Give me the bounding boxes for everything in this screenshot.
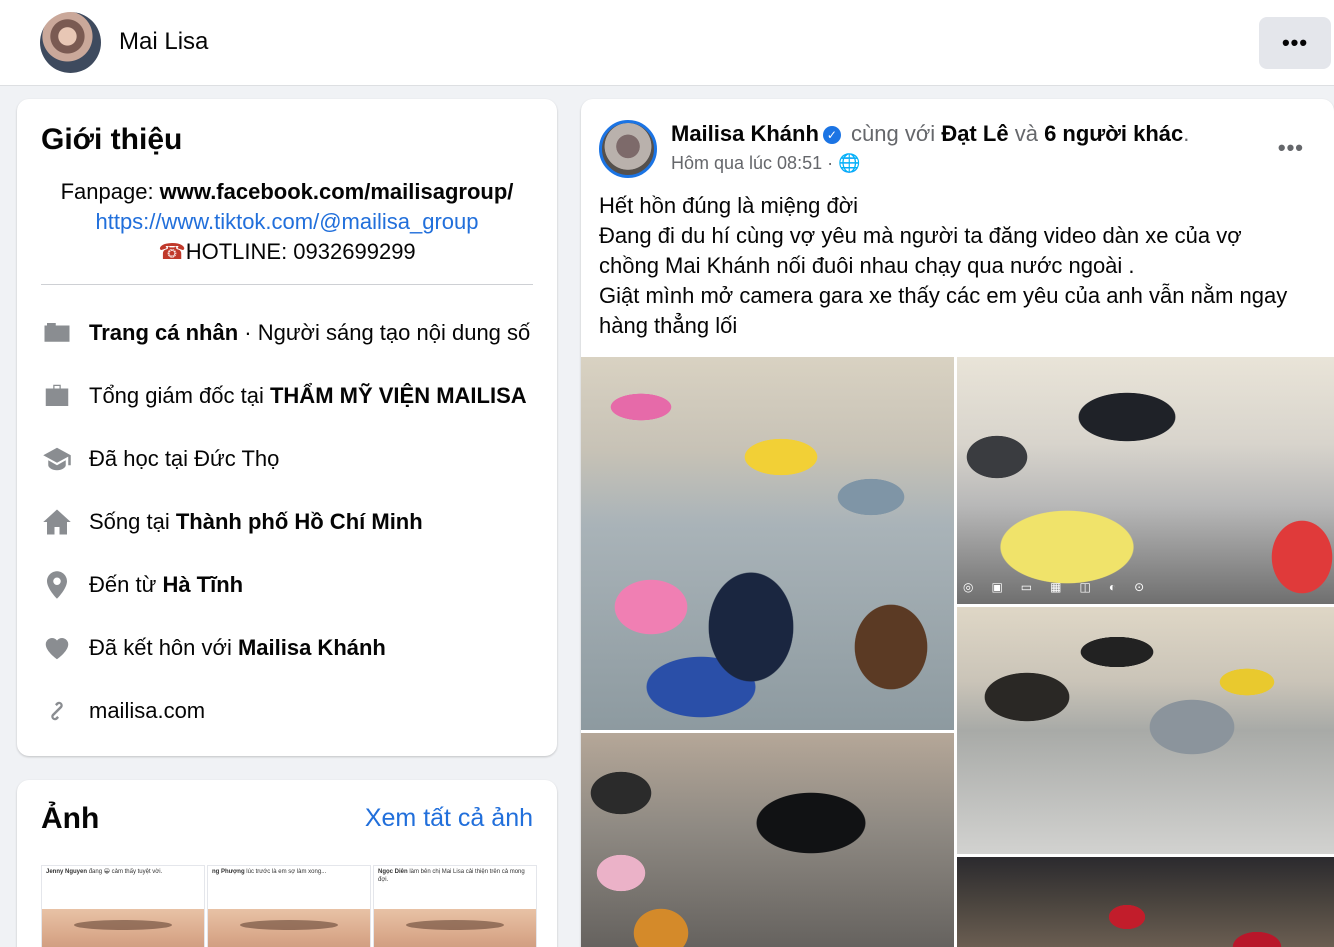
garage-photo-5[interactable] [957,857,1334,947]
post-meta: Hôm qua lúc 08:51 · 🌐 [671,153,861,174]
garage-photo-1[interactable] [581,357,954,730]
garage-photo-4[interactable] [581,733,954,947]
thumb-caption: lúc trước là em sợ làm xong... [246,869,327,875]
photos-card: Ảnh Xem tất cả ảnh Jenny Nguyen đang 😀 c… [17,780,557,947]
photo-thumbnail[interactable]: Jenny Nguyen đang 😀 cảm thấy tuyệt vời. [41,865,205,947]
workplace-link[interactable]: THẨM MỸ VIỆN MAILISA [270,383,527,408]
post-more-button[interactable]: ••• [1278,135,1304,161]
intro-row-work: Tổng giám đốc tại THẨM MỸ VIỆN MAILISA [41,376,541,416]
city-link[interactable]: Thành phố Hồ Chí Minh [176,509,423,534]
hometown-link[interactable]: Hà Tĩnh [162,572,243,597]
post-header: Mailisa Khánh ✓ cùng với Đạt Lê và 6 ngườ… [671,121,1190,146]
garage-photo-2[interactable]: ◎▣▭▦◫◐⊙ [957,357,1334,604]
face-photo [208,909,370,947]
phone-icon: ☎ [158,239,186,264]
work-prefix: Tổng giám đốc tại [89,383,270,408]
home-icon [41,506,73,538]
post-author-avatar[interactable] [599,120,657,178]
profile-type: Trang cá nhân [89,320,239,345]
profile-category: · Người sáng tạo nội dung số [238,320,531,345]
thumb-author: Ngọc Diên [378,869,408,875]
verified-badge-icon: ✓ [822,126,841,144]
website-link[interactable]: mailisa.com [89,698,205,724]
tagged-others-link[interactable]: 6 người khác [1044,121,1183,146]
photos-title: Ảnh [41,802,100,835]
intro-row-education: Đã học tại Đức Thọ [41,439,541,479]
profile-icon [41,317,73,349]
post-text-line: Giật mình mở camera gara xe thấy các em … [599,283,1288,308]
with-text: cùng với [851,121,936,146]
intro-row-from: Đến từ Hà Tĩnh [41,565,541,605]
garage-photo-3[interactable] [957,607,1334,854]
photo-thumbnail[interactable]: Ngọc Diên làm bên chị Mai Lisa cải thiện… [373,865,537,947]
post-author-link[interactable]: Mailisa Khánh [671,121,819,146]
location-pin-icon [41,569,73,601]
intro-title: Giới thiệu [41,123,183,156]
intro-bio: Fanpage: www.facebook.com/mailisagroup/ … [17,177,557,267]
fanpage-url: www.facebook.com/mailisagroup/ [159,179,514,204]
divider [41,284,533,285]
spouse-link[interactable]: Mailisa Khánh [238,635,386,660]
education-text: Đã học tại Đức Thọ [89,446,280,471]
intro-row-website: mailisa.com [41,691,541,731]
face-photo [42,909,204,947]
hotline-text: HOTLINE: 0932699299 [185,239,416,264]
tagged-person-link[interactable]: Đạt Lê [941,121,1008,146]
briefcase-icon [41,380,73,412]
profile-header: Mai Lisa ••• [0,0,1334,86]
intro-row-lives: Sống tại Thành phố Hồ Chí Minh [41,502,541,542]
avatar[interactable] [40,12,101,73]
post-text-line: Đang đi du hí cùng vợ yêu mà người ta đă… [599,223,1242,248]
lives-prefix: Sống tại [89,509,176,534]
thumb-caption: đang 😀 cảm thấy tuyệt vời. [88,869,163,875]
graduation-cap-icon [41,443,73,475]
and-text: và [1014,121,1038,146]
intro-row-profile: Trang cá nhân · Người sáng tạo nội dung … [41,313,541,353]
intro-row-relationship: Đã kết hôn với Mailisa Khánh [41,628,541,668]
thumb-author: ng Phượng [212,869,245,875]
from-prefix: Đến từ [89,572,163,597]
more-options-button[interactable]: ••• [1259,17,1331,69]
heart-icon [41,632,73,664]
post-text-line: chồng Mai Khánh nối đuôi nhau chạy qua n… [599,253,1135,278]
post-text-line: Hết hồn đúng là miệng đời [599,193,859,218]
link-icon [41,695,73,727]
tiktok-link[interactable]: https://www.tiktok.com/@mailisa_group [95,209,478,234]
relationship-prefix: Đã kết hôn với [89,635,238,660]
globe-icon: 🌐 [838,153,861,173]
post-timestamp[interactable]: Hôm qua lúc 08:51 · [671,153,833,173]
profile-name[interactable]: Mai Lisa [119,28,208,56]
face-photo [374,909,536,947]
see-all-photos-link[interactable]: Xem tất cả ảnh [365,804,533,833]
post-text: Hết hồn đúng là miệng đời Đang đi du hí … [599,191,1299,341]
post-text-line: hàng thẳng lối [599,313,738,338]
photo-thumbnail[interactable]: ng Phượng lúc trước là em sợ làm xong... [207,865,371,947]
camera-controls: ◎▣▭▦◫◐⊙ [963,580,1163,594]
fanpage-label: Fanpage: [60,179,160,204]
post-card: Mailisa Khánh ✓ cùng với Đạt Lê và 6 ngườ… [581,99,1334,947]
intro-card: Giới thiệu Fanpage: www.facebook.com/mai… [17,99,557,756]
thumb-author: Jenny Nguyen [46,869,88,875]
